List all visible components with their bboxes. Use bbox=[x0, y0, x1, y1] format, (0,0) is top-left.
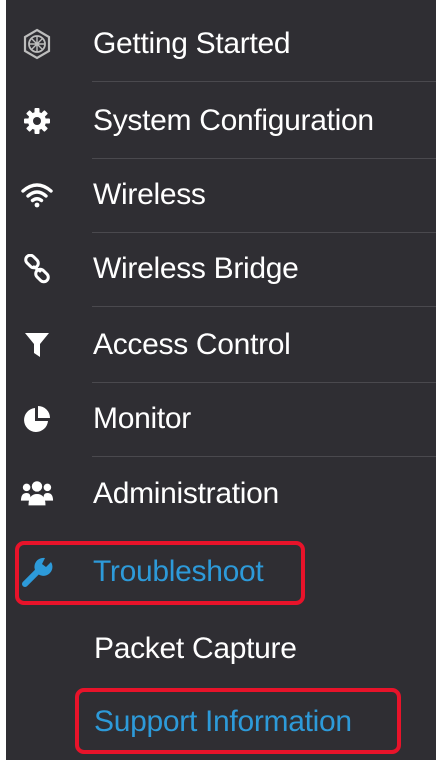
nav-item-getting-started[interactable]: Getting Started bbox=[6, 5, 436, 82]
nav-item-label: Administration bbox=[93, 476, 279, 510]
filter-icon bbox=[20, 328, 54, 362]
nav-item-label: Wireless Bridge bbox=[93, 251, 299, 285]
users-icon bbox=[20, 477, 54, 511]
nav-item-monitor[interactable]: Monitor bbox=[6, 380, 436, 457]
nav-item-label: Getting Started bbox=[93, 26, 291, 60]
nav-item-label: System Configuration bbox=[93, 103, 374, 137]
nav-item-label: Troubleshoot bbox=[93, 554, 264, 588]
nav-item-troubleshoot[interactable]: Troubleshoot bbox=[6, 533, 436, 610]
nav-subitem-packet-capture[interactable]: Packet Capture bbox=[6, 610, 436, 687]
globe-icon bbox=[20, 27, 54, 61]
nav-item-label: Wireless bbox=[93, 177, 206, 211]
nav-item-system-configuration[interactable]: System Configuration bbox=[6, 82, 436, 159]
sidebar-nav: Getting Started System Configuration Wir… bbox=[6, 0, 436, 760]
link-icon bbox=[20, 252, 54, 286]
nav-item-wireless-bridge[interactable]: Wireless Bridge bbox=[6, 230, 436, 307]
wifi-icon bbox=[20, 178, 54, 212]
nav-item-wireless[interactable]: Wireless bbox=[6, 156, 436, 233]
nav-item-label: Access Control bbox=[93, 327, 291, 361]
nav-item-administration[interactable]: Administration bbox=[6, 455, 436, 532]
wrench-icon bbox=[20, 555, 54, 589]
nav-subitem-label: Packet Capture bbox=[94, 631, 297, 665]
gear-icon bbox=[20, 104, 54, 138]
pie-chart-icon bbox=[20, 402, 54, 436]
nav-item-label: Monitor bbox=[93, 401, 191, 435]
nav-item-access-control[interactable]: Access Control bbox=[6, 306, 436, 383]
nav-subitem-support-information[interactable]: Support Information bbox=[6, 683, 436, 760]
nav-subitem-label: Support Information bbox=[94, 704, 352, 738]
